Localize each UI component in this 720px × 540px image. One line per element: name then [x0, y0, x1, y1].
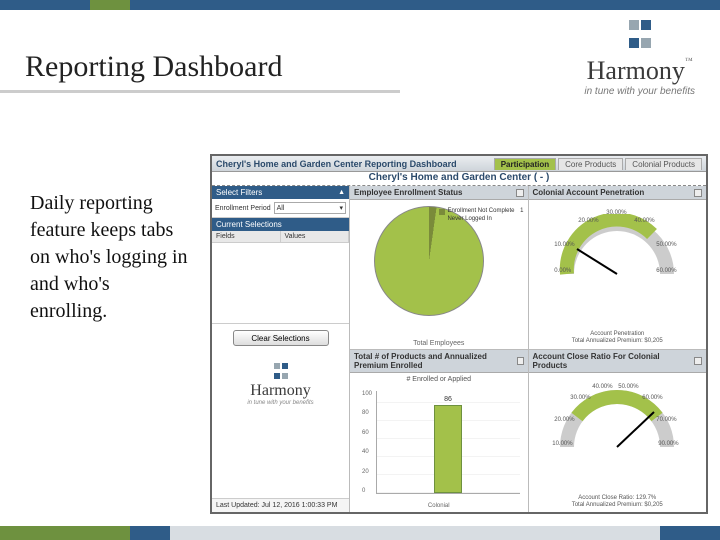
gauge-tick: 20.00%	[578, 218, 598, 224]
collapse-icon[interactable]: ▲	[338, 189, 345, 196]
clear-selections-button[interactable]: Clear Selections	[233, 330, 329, 346]
brand-logo: Harmony™ in tune with your benefits	[584, 18, 695, 97]
legend-label: Never Logged In	[447, 216, 491, 224]
gauge-tick: 50.00%	[618, 384, 638, 390]
selections-col-values: Values	[281, 231, 350, 242]
brand-mark-icon	[273, 362, 289, 382]
gauge-tick: 10.00%	[552, 441, 572, 447]
title-underline	[0, 90, 400, 93]
dashboard-screenshot: Cheryl's Home and Garden Center Reportin…	[210, 154, 708, 514]
slide-bottom-accent	[0, 526, 720, 540]
tab-colonial-products[interactable]: Colonial Products	[625, 158, 702, 170]
dashboard-right-panel: Employee Enrollment Status Enrollment No…	[350, 186, 706, 512]
card-account-penetration: Colonial Account Penetration 0.00% 10.00…	[529, 186, 707, 349]
last-updated-text: Last Updated: Jul 12, 2016 1:00:33 PM	[212, 498, 349, 512]
gauge-footer: Account Close Ratio: 129.7% Total Annual…	[533, 495, 703, 509]
bar-y-axis: 020406080100	[362, 391, 374, 495]
expand-icon[interactable]	[694, 357, 702, 365]
bar-value: 86	[435, 396, 461, 403]
gauge-footer-line: Account Penetration	[533, 331, 703, 338]
card-title: Total # of Products and Annualized Premi…	[354, 352, 517, 370]
card-title: Colonial Account Penetration	[533, 188, 645, 197]
gauge-tick: 50.00%	[656, 242, 676, 248]
legend-swatch-icon	[439, 209, 445, 215]
card-products-enrolled: Total # of Products and Annualized Premi…	[350, 350, 529, 513]
slide-title: Reporting Dashboard	[25, 50, 282, 84]
dashboard-banner: Cheryl's Home and Garden Center ( - )	[212, 172, 706, 186]
gauge-tick: 20.00%	[554, 417, 574, 423]
slide-body-text: Daily reporting feature keeps tabs on wh…	[30, 190, 190, 325]
card-title: Employee Enrollment Status	[354, 188, 462, 197]
gauge-footer: Account Penetration Total Annualized Pre…	[533, 331, 703, 345]
gauge-tick: 70.00%	[656, 417, 676, 423]
gauge-tick: 30.00%	[606, 210, 626, 216]
gauge-chart: 0.00% 10.00% 20.00% 30.00% 40.00% 50.00%…	[552, 214, 682, 284]
legend-swatch-icon	[439, 217, 445, 223]
card-close-ratio: Account Close Ratio For Colonial Product…	[529, 350, 707, 513]
tab-participation[interactable]: Participation	[494, 158, 556, 170]
brand-mark-icon	[628, 18, 652, 54]
card-employee-enrollment: Employee Enrollment Status Enrollment No…	[350, 186, 529, 349]
trademark-icon: ™	[685, 56, 693, 65]
selections-header: Current Selections	[212, 218, 349, 231]
expand-icon[interactable]	[517, 357, 524, 365]
bar-xlabel: Colonial	[350, 503, 528, 509]
dashboard-header: Cheryl's Home and Garden Center Reportin…	[212, 156, 706, 172]
gauge-tick: 0.00%	[554, 268, 571, 274]
gauge-tick: 40.00%	[592, 384, 612, 390]
gauge-tick: 10.00%	[554, 242, 574, 248]
tab-core-products[interactable]: Core Products	[558, 158, 623, 170]
bar-chart: 86	[376, 391, 520, 495]
card-title: Account Close Ratio For Colonial Product…	[533, 352, 695, 370]
gauge-footer-line: Total Annualized Premium: $0,205	[533, 502, 703, 509]
gauge-tick: 90.00%	[658, 441, 678, 447]
filter-value: All	[277, 205, 285, 212]
brand-name-text: Harmony	[587, 56, 685, 85]
bar-subtitle: # Enrolled or Applied	[350, 376, 528, 383]
filters-header-label: Select Filters	[216, 188, 262, 197]
selections-col-fields: Fields	[212, 231, 281, 242]
filter-row: Enrollment Period All ▾	[212, 199, 349, 218]
legend-label: Enrollment Not Complete	[447, 208, 514, 216]
pie-xlabel: Total Employees	[350, 340, 528, 347]
gauge-chart: 10.00% 20.00% 30.00% 40.00% 50.00% 60.00…	[552, 387, 682, 457]
brand-name: Harmony	[212, 382, 349, 400]
selections-table: FieldsValues	[212, 231, 349, 324]
dashboard-brand-logo: Harmony in tune with your benefits	[212, 362, 349, 406]
brand-tagline: in tune with your benefits	[584, 86, 695, 97]
gauge-tick: 60.00%	[642, 395, 662, 401]
dashboard-left-panel: Select Filters ▲ Enrollment Period All ▾ C…	[212, 186, 350, 512]
pie-legend: Enrollment Not Complete 1 Never Logged I…	[439, 208, 523, 224]
filters-header: Select Filters ▲	[212, 186, 349, 199]
dashboard-window-title: Cheryl's Home and Garden Center Reportin…	[216, 159, 492, 169]
slide-top-accent	[0, 0, 720, 10]
expand-icon[interactable]	[516, 189, 524, 197]
gauge-tick: 30.00%	[570, 395, 590, 401]
gauge-tick: 60.00%	[656, 268, 676, 274]
filter-label: Enrollment Period	[215, 205, 271, 212]
chevron-down-icon: ▾	[339, 204, 343, 212]
brand-name: Harmony™	[584, 56, 695, 86]
bar-colonial: 86	[434, 405, 462, 493]
gauge-tick: 40.00%	[634, 218, 654, 224]
enrollment-period-select[interactable]: All ▾	[274, 202, 346, 214]
legend-value: 1	[520, 208, 523, 216]
expand-icon[interactable]	[694, 189, 702, 197]
gauge-footer-line: Total Annualized Premium: $0,205	[533, 338, 703, 345]
gauge-footer-line: Account Close Ratio: 129.7%	[533, 495, 703, 502]
selections-header-label: Current Selections	[216, 220, 282, 229]
